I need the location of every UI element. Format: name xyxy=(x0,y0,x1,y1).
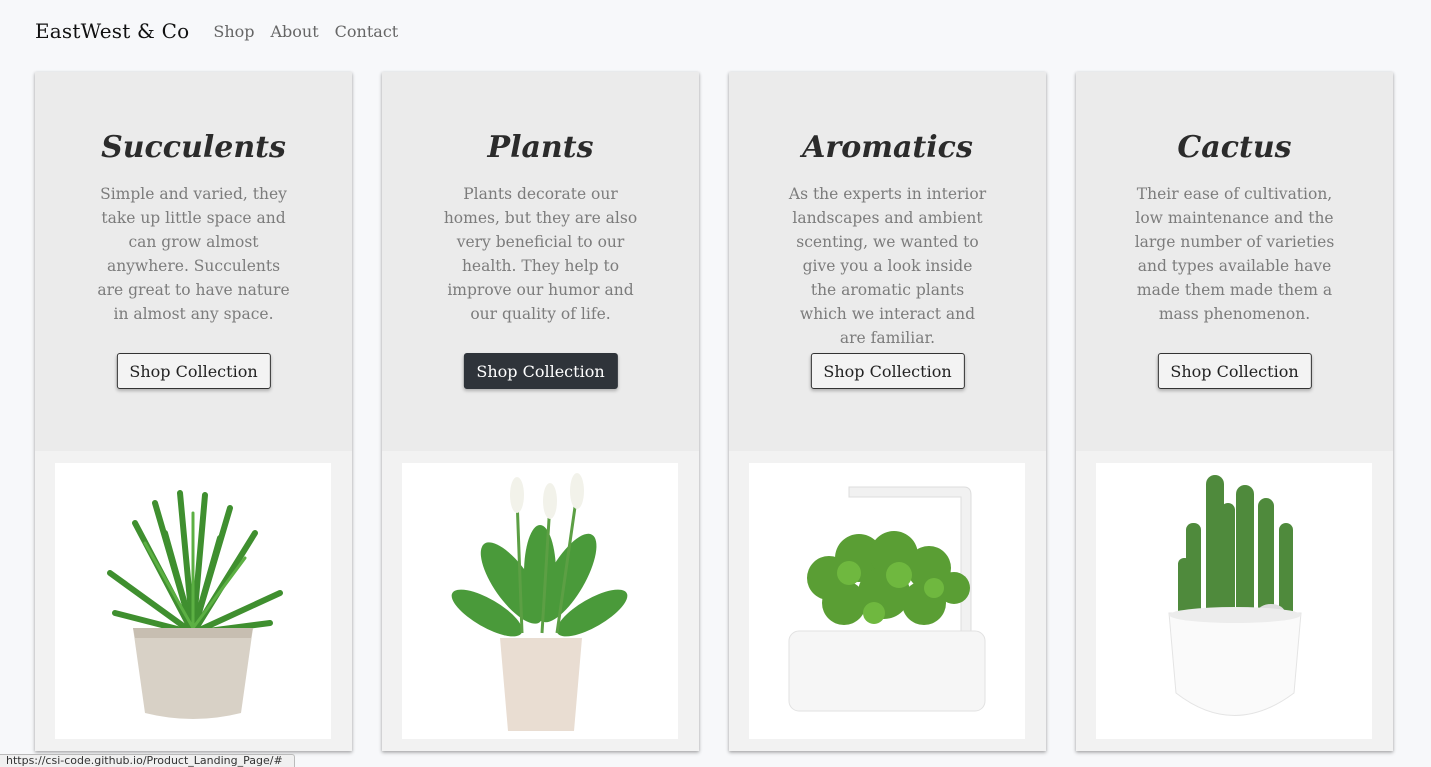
card-image-area xyxy=(1076,451,1393,751)
card-title: Cactus xyxy=(1177,130,1292,165)
succulent-image[interactable] xyxy=(55,463,331,739)
card-header: Aromatics As the experts in interior lan… xyxy=(729,72,1046,451)
card-image-area xyxy=(35,451,352,751)
card-cactus: Cactus Their ease of cultivation, low ma… xyxy=(1076,72,1393,751)
card-description: Plants decorate our homes, but they are … xyxy=(443,185,638,323)
card-title: Succulents xyxy=(101,130,286,165)
card-title: Plants xyxy=(487,130,594,165)
card-succulents: Succulents Simple and varied, they take … xyxy=(35,72,352,751)
card-description: Their ease of cultivation, low maintenan… xyxy=(1134,185,1335,323)
card-description: Simple and varied, they take up little s… xyxy=(97,185,290,323)
card-image-area xyxy=(382,451,699,751)
collection-cards: Succulents Simple and varied, they take … xyxy=(35,72,1393,751)
shop-collection-button[interactable]: Shop Collection xyxy=(463,353,618,389)
basil-garden-image[interactable] xyxy=(749,463,1025,739)
nav-link-shop[interactable]: Shop xyxy=(213,22,254,41)
card-title: Aromatics xyxy=(802,130,973,165)
top-nav: EastWest & Co Shop About Contact xyxy=(35,16,398,46)
card-description: As the experts in interior landscapes an… xyxy=(788,185,987,347)
card-plants: Plants Plants decorate our homes, but th… xyxy=(382,72,699,751)
nav-link-about[interactable]: About xyxy=(271,22,319,41)
shop-collection-button[interactable]: Shop Collection xyxy=(1157,353,1312,389)
card-header: Plants Plants decorate our homes, but th… xyxy=(382,72,699,451)
peace-lily-image[interactable] xyxy=(402,463,678,739)
brand-logo[interactable]: EastWest & Co xyxy=(35,19,189,43)
card-aromatics: Aromatics As the experts in interior lan… xyxy=(729,72,1046,751)
shop-collection-button[interactable]: Shop Collection xyxy=(810,353,965,389)
card-header: Succulents Simple and varied, they take … xyxy=(35,72,352,451)
card-header: Cactus Their ease of cultivation, low ma… xyxy=(1076,72,1393,451)
nav-link-contact[interactable]: Contact xyxy=(335,22,399,41)
shop-collection-button[interactable]: Shop Collection xyxy=(116,353,271,389)
cactus-image[interactable] xyxy=(1096,463,1372,739)
browser-status-url: https://csi-code.github.io/Product_Landi… xyxy=(0,754,295,767)
card-image-area xyxy=(729,451,1046,751)
